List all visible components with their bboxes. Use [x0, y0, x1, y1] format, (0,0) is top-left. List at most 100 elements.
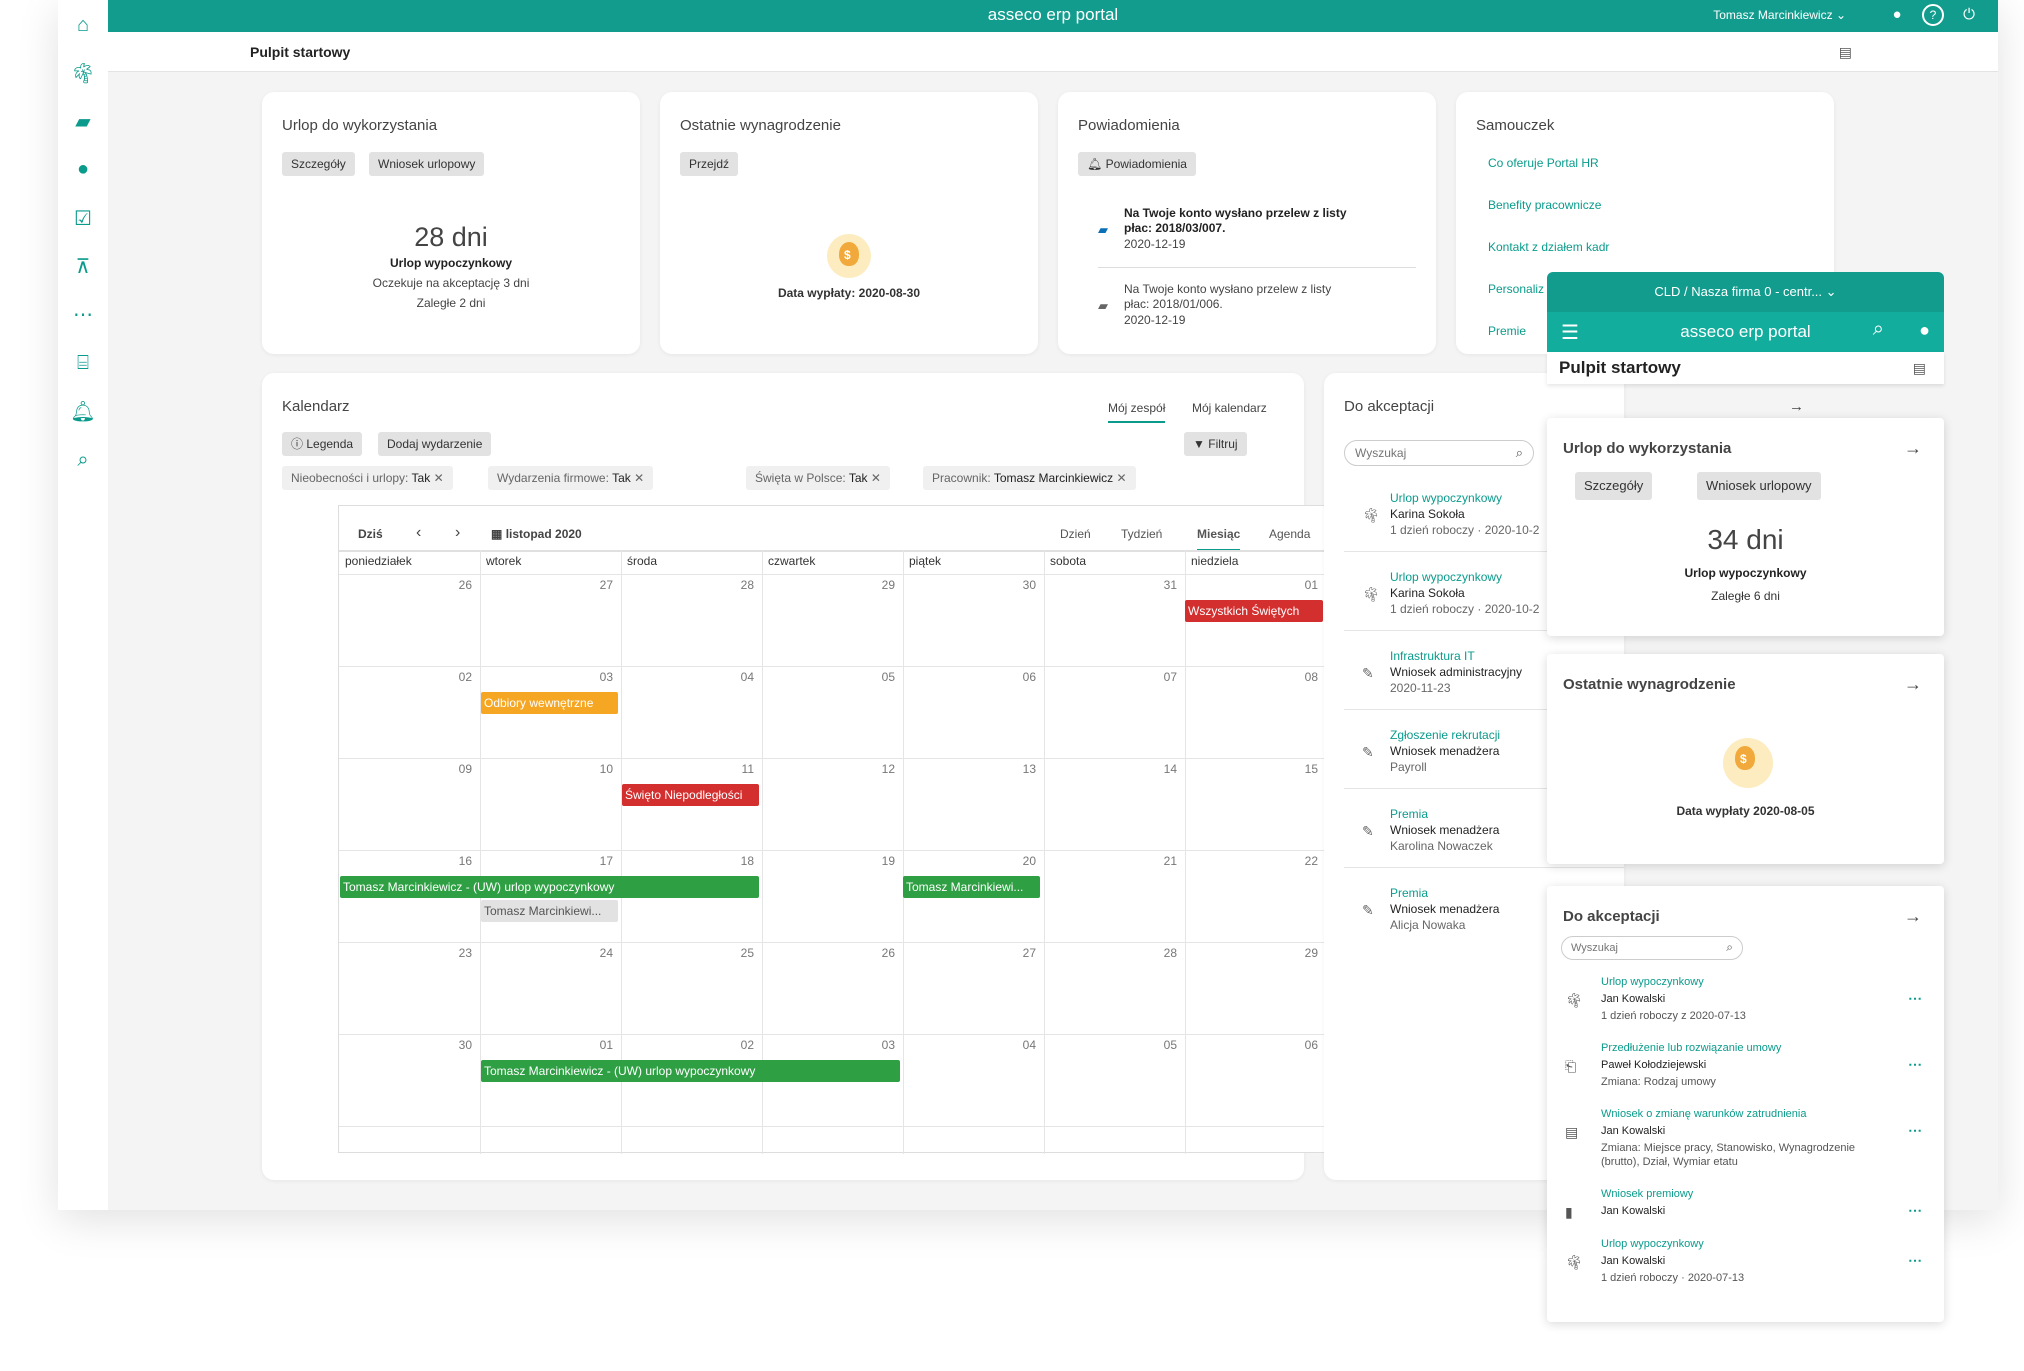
account-icon[interactable]: ●: [1919, 320, 1930, 341]
bell-icon[interactable]: 🔔︎: [70, 398, 96, 424]
approval-item-link[interactable]: Premia: [1390, 807, 1428, 821]
day-number[interactable]: 22: [1288, 854, 1318, 868]
home-icon[interactable]: ⌂: [70, 12, 96, 38]
palm-tree-icon[interactable]: 🌴︎: [70, 60, 96, 86]
leave-request-button[interactable]: Wniosek urlopowy: [369, 152, 485, 176]
approval-item-link[interactable]: Infrastruktura IT: [1390, 649, 1475, 663]
filter-chip-absences[interactable]: Nieobecności i urlopy: Tak ✕: [282, 466, 453, 490]
wallet-icon[interactable]: ▰: [70, 108, 96, 134]
day-number[interactable]: 02: [442, 670, 472, 684]
more-options-icon[interactable]: ⋯: [1908, 1122, 1922, 1139]
day-number[interactable]: 03: [865, 1038, 895, 1052]
day-number[interactable]: 27: [1006, 946, 1036, 960]
month-picker[interactable]: ▦ listopad 2020: [491, 527, 582, 541]
day-number[interactable]: 21: [1147, 854, 1177, 868]
approval-item-link[interactable]: Zgłoszenie rekrutacji: [1390, 728, 1500, 742]
day-number[interactable]: 06: [1006, 670, 1036, 684]
next-month-button[interactable]: ›: [455, 524, 460, 542]
calendar-event[interactable]: Wszystkich Świętych: [1185, 600, 1323, 622]
today-button[interactable]: Dziś: [358, 527, 383, 541]
day-number[interactable]: 05: [1147, 1038, 1177, 1052]
mobile-approval-item-link[interactable]: Urlop wypoczynkowy: [1601, 976, 1704, 988]
day-number[interactable]: 18: [724, 854, 754, 868]
day-number[interactable]: 25: [724, 946, 754, 960]
day-number[interactable]: 24: [583, 946, 613, 960]
day-number[interactable]: 26: [442, 578, 472, 592]
day-number[interactable]: 20: [1006, 854, 1036, 868]
user-menu[interactable]: Tomasz Marcinkiewicz ⌄: [1713, 8, 1846, 22]
layout-icon[interactable]: ▤: [1839, 44, 1852, 61]
day-number[interactable]: 17: [583, 854, 613, 868]
tutorial-link[interactable]: Personaliz: [1488, 282, 1544, 296]
close-icon[interactable]: ✕: [871, 471, 881, 485]
arrow-right-icon[interactable]: →: [1904, 906, 1922, 927]
day-number[interactable]: 11: [724, 762, 754, 776]
close-icon[interactable]: ✕: [434, 471, 444, 485]
prev-month-button[interactable]: ‹: [416, 524, 421, 542]
close-icon[interactable]: ✕: [634, 471, 644, 485]
day-number[interactable]: 19: [865, 854, 895, 868]
day-number[interactable]: 10: [583, 762, 613, 776]
legend-button[interactable]: ⓘ Legenda: [282, 432, 363, 456]
day-number[interactable]: 31: [1147, 578, 1177, 592]
calendar-event[interactable]: Tomasz Marcinkiewi...: [903, 876, 1040, 898]
approval-item-link[interactable]: Premia: [1390, 886, 1428, 900]
calendar-event[interactable]: Tomasz Marcinkiewicz - (UW) urlop wypocz…: [481, 1060, 900, 1082]
arrow-right-icon[interactable]: →: [1789, 398, 1804, 415]
salary-go-button[interactable]: Przejdź: [680, 152, 739, 176]
day-number[interactable]: 12: [865, 762, 895, 776]
day-number[interactable]: 30: [1006, 578, 1036, 592]
arrow-right-icon[interactable]: →: [1904, 674, 1922, 695]
tutorial-link[interactable]: Co oferuje Portal HR: [1488, 156, 1599, 170]
day-number[interactable]: 02: [724, 1038, 754, 1052]
day-number[interactable]: 29: [1288, 946, 1318, 960]
day-number[interactable]: 01: [583, 1038, 613, 1052]
view-month[interactable]: Miesiąc: [1197, 527, 1241, 551]
day-number[interactable]: 28: [1147, 946, 1177, 960]
filter-button[interactable]: ▼ Filtruj: [1184, 432, 1247, 456]
more-options-icon[interactable]: ⋯: [1908, 1252, 1922, 1269]
calendar-event[interactable]: Tomasz Marcinkiewi...: [481, 900, 618, 922]
leave-details-button[interactable]: Szczegóły: [282, 152, 355, 176]
search-icon[interactable]: ⌕: [70, 447, 96, 473]
day-number[interactable]: 23: [442, 946, 472, 960]
filter-chip-employee[interactable]: Pracownik: Tomasz Marcinkiewicz ✕: [923, 466, 1136, 490]
calendar-event[interactable]: Odbiory wewnętrzne: [481, 692, 618, 714]
tutorial-link[interactable]: Premie: [1488, 324, 1526, 338]
day-number[interactable]: 27: [583, 578, 613, 592]
approval-item-link[interactable]: Urlop wypoczynkowy: [1390, 570, 1502, 584]
mobile-approval-item-link[interactable]: Wniosek o zmianę warunków zatrudnienia: [1601, 1108, 1806, 1120]
more-options-icon[interactable]: ⋯: [1908, 1056, 1922, 1073]
mobile-leave-details-button[interactable]: Szczegóły: [1575, 472, 1653, 500]
mobile-approval-search[interactable]: ⌕: [1561, 936, 1743, 960]
tab-my-team[interactable]: Mój zespół: [1108, 401, 1166, 423]
day-number[interactable]: 28: [724, 578, 754, 592]
day-number[interactable]: 01: [1288, 578, 1318, 592]
day-number[interactable]: 04: [1006, 1038, 1036, 1052]
notifications-button[interactable]: 🔔︎ Powiadomienia: [1078, 152, 1196, 176]
day-number[interactable]: 07: [1147, 670, 1177, 684]
arrow-right-icon[interactable]: →: [1904, 438, 1922, 459]
view-agenda[interactable]: Agenda: [1269, 527, 1310, 541]
tutorial-link[interactable]: Kontakt z działem kadr: [1488, 240, 1609, 254]
approval-item-link[interactable]: Urlop wypoczynkowy: [1390, 491, 1502, 505]
day-number[interactable]: 04: [724, 670, 754, 684]
more-options-icon[interactable]: ⋯: [1908, 1202, 1922, 1219]
day-number[interactable]: 03: [583, 670, 613, 684]
layout-icon[interactable]: ▤: [1913, 360, 1926, 377]
notification-text[interactable]: Na Twoje konto wysłano przelew z listy: [1124, 282, 1331, 296]
user-icon[interactable]: ●: [70, 156, 96, 182]
presentation-icon[interactable]: ⌸: [70, 350, 96, 376]
add-event-button[interactable]: Dodaj wydarzenie: [378, 432, 492, 456]
approval-search-input[interactable]: [1355, 446, 1495, 460]
day-number[interactable]: 26: [865, 946, 895, 960]
day-number[interactable]: 13: [1006, 762, 1036, 776]
checklist-icon[interactable]: ☑: [70, 205, 96, 231]
company-selector[interactable]: CLD / Nasza firma 0 - centr... ⌄: [1547, 272, 1944, 312]
view-day[interactable]: Dzień: [1060, 527, 1091, 541]
help-icon[interactable]: ?: [1922, 4, 1944, 26]
view-week[interactable]: Tydzień: [1121, 527, 1162, 541]
day-number[interactable]: 08: [1288, 670, 1318, 684]
day-number[interactable]: 06: [1288, 1038, 1318, 1052]
day-number[interactable]: 15: [1288, 762, 1318, 776]
